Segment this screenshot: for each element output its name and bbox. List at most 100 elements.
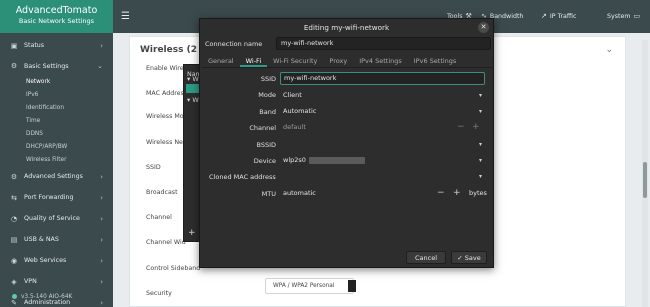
brand-header[interactable]: AdvancedTomato Basic Network Settings (0, 0, 113, 33)
qos-icon: ◔ (10, 214, 18, 223)
submenu-item-ipv6[interactable]: IPv6 (26, 89, 113, 102)
hamburger-menu-icon[interactable]: ☰ (121, 11, 130, 22)
system-menu[interactable]: System ▭ (607, 12, 640, 20)
web-services-icon: ◉ (10, 256, 18, 265)
row-label: Channel Wid (146, 239, 186, 246)
scrollbar-thumb[interactable] (643, 162, 647, 198)
basic-settings-submenu: Network IPv6 Identification Time DDNS DH… (0, 76, 113, 166)
submenu-item-network[interactable]: Network (26, 76, 113, 89)
chevron-right-icon: › (100, 193, 103, 202)
bssid-select[interactable]: ▾ (280, 138, 485, 151)
row-label: Enable Wire (146, 65, 184, 72)
connection-name-input[interactable]: my-wifi-network (276, 37, 491, 50)
brand-title: AdvancedTomato (15, 5, 98, 16)
sidebar-item-vpn[interactable]: ◈ VPN › (0, 271, 113, 292)
mode-select[interactable]: Client ▾ (280, 89, 485, 102)
chevron-right-icon: › (100, 298, 103, 307)
submenu-item-identification[interactable]: Identification (26, 102, 113, 115)
mtu-input[interactable]: automatic (280, 187, 430, 200)
chevron-right-icon: › (100, 256, 103, 265)
mtu-label: MTU (261, 190, 276, 198)
security-dropdown-handle[interactable] (348, 280, 356, 292)
chevron-down-icon: ▾ (478, 141, 482, 148)
sidebar-item-basic-settings[interactable]: ⚙ Basic Settings ⌄ (0, 56, 113, 76)
mode-value: Client (283, 91, 302, 99)
card-title: Wireless (2 (140, 45, 197, 55)
checkmark-icon: ✓ (457, 254, 465, 262)
sidebar-item-label: Basic Settings (24, 62, 69, 70)
submenu-item-time[interactable]: Time (26, 115, 113, 128)
cancel-button[interactable]: Cancel (406, 251, 446, 264)
tab-wifi-security[interactable]: Wi-Fi Security (267, 54, 323, 67)
channel-label: Channel (249, 124, 276, 132)
submenu-item-ddns[interactable]: DDNS (26, 128, 113, 141)
version-text: v3.5-140 AIO-64K (21, 294, 73, 300)
page-scrollbar[interactable] (642, 40, 648, 307)
sidebar-item-advanced-settings[interactable]: ⚙ Advanced Settings › (0, 166, 113, 187)
submenu-item-wireless-filter[interactable]: Wireless Filter (26, 153, 113, 166)
vpn-icon: ◈ (11, 277, 17, 286)
sidebar-item-port-forwarding[interactable]: ⇆ Port Forwarding › (0, 187, 113, 208)
channel-increment-button[interactable]: + (472, 121, 480, 134)
device-value: wlp2s0 (283, 156, 306, 164)
cloned-mac-select[interactable]: ▾ (280, 170, 485, 183)
sidebar-item-label: VPN (24, 278, 37, 286)
tab-ipv4-settings[interactable]: IPv4 Settings (353, 54, 408, 67)
port-forwarding-icon: ⇆ (11, 193, 17, 202)
chevron-right-icon: › (100, 277, 103, 286)
row-label: MAC Addres (146, 90, 184, 97)
version-icon (12, 294, 17, 299)
mtu-increment-button[interactable]: + (453, 187, 461, 200)
tab-general[interactable]: General (202, 54, 240, 67)
submenu-item-dhcp[interactable]: DHCP/ARP/BW (26, 140, 113, 153)
system-label: System (607, 12, 631, 20)
save-button[interactable]: ✓ Save (451, 251, 487, 264)
band-select[interactable]: Automatic ▾ (280, 105, 485, 118)
firmware-version: v3.5-140 AIO-64K (12, 294, 72, 300)
chevron-down-icon: ▾ (478, 157, 482, 164)
chevron-down-icon[interactable]: ⌄ (605, 45, 613, 55)
sidebar-item-web-services[interactable]: ◉ Web Services › (0, 250, 113, 271)
add-connection-icon[interactable]: + (188, 228, 196, 238)
mtu-unit: bytes (469, 189, 487, 197)
sidebar-item-label: Web Services (24, 257, 67, 265)
editing-connection-dialog: Editing my-wifi-network ✕ Connection nam… (199, 18, 494, 268)
sidebar-item-qos[interactable]: ◔ Quality of Service › (0, 208, 113, 229)
sidebar-item-label: Port Forwarding (24, 194, 74, 202)
save-label: Save (464, 254, 481, 262)
channel-decrement-button[interactable]: − (457, 121, 465, 134)
row-label: SSID (146, 164, 161, 171)
usb-icon: ▤ (10, 235, 18, 244)
basic-settings-icon: ⚙ (10, 62, 18, 70)
chevron-down-icon: ▾ (478, 108, 482, 115)
close-icon[interactable]: ✕ (478, 22, 489, 33)
ssid-input[interactable]: my-wifi-network (280, 72, 485, 85)
sidebar-item-label: Status (24, 42, 45, 49)
security-select[interactable]: WPA / WPA2 Personal (265, 278, 354, 294)
sidebar-item-status[interactable]: ▣ Status › (0, 35, 113, 56)
sidebar-item-usb-nas[interactable]: ▤ USB & NAS › (0, 229, 113, 250)
band-label: Band (259, 108, 276, 116)
tab-proxy[interactable]: Proxy (323, 54, 353, 67)
security-value: WPA / WPA2 Personal (273, 283, 335, 289)
mtu-decrement-button[interactable]: − (437, 187, 445, 200)
device-select[interactable]: wlp2s0 ▾ (280, 154, 485, 167)
row-label: Wireless Ne (146, 139, 183, 146)
row-label: Control Sideband (146, 265, 201, 272)
sidebar-item-label: Administration (24, 299, 71, 307)
status-icon: ▣ (10, 41, 18, 50)
connection-group-row[interactable]: ▾ W (187, 75, 199, 83)
sidebar-nav: ▣ Status › ⚙ Basic Settings ⌄ Network IP… (0, 33, 113, 307)
chevron-down-icon: ▾ (478, 92, 482, 99)
row-label: W (192, 96, 199, 104)
tab-ipv6-settings[interactable]: IPv6 Settings (408, 54, 463, 67)
cloned-mac-label: Cloned MAC address (209, 173, 276, 181)
connection-group-row[interactable]: ▾ W (187, 96, 199, 104)
row-label: Broadcast (146, 189, 178, 196)
ip-traffic-menu[interactable]: ↗ IP Traffic (541, 12, 576, 20)
tab-wifi[interactable]: Wi-Fi (239, 54, 268, 67)
redacted-mac (308, 156, 365, 164)
ip-traffic-label: IP Traffic (549, 12, 577, 20)
dialog-title: Editing my-wifi-network (303, 23, 390, 32)
system-icon: ▭ (633, 12, 641, 20)
